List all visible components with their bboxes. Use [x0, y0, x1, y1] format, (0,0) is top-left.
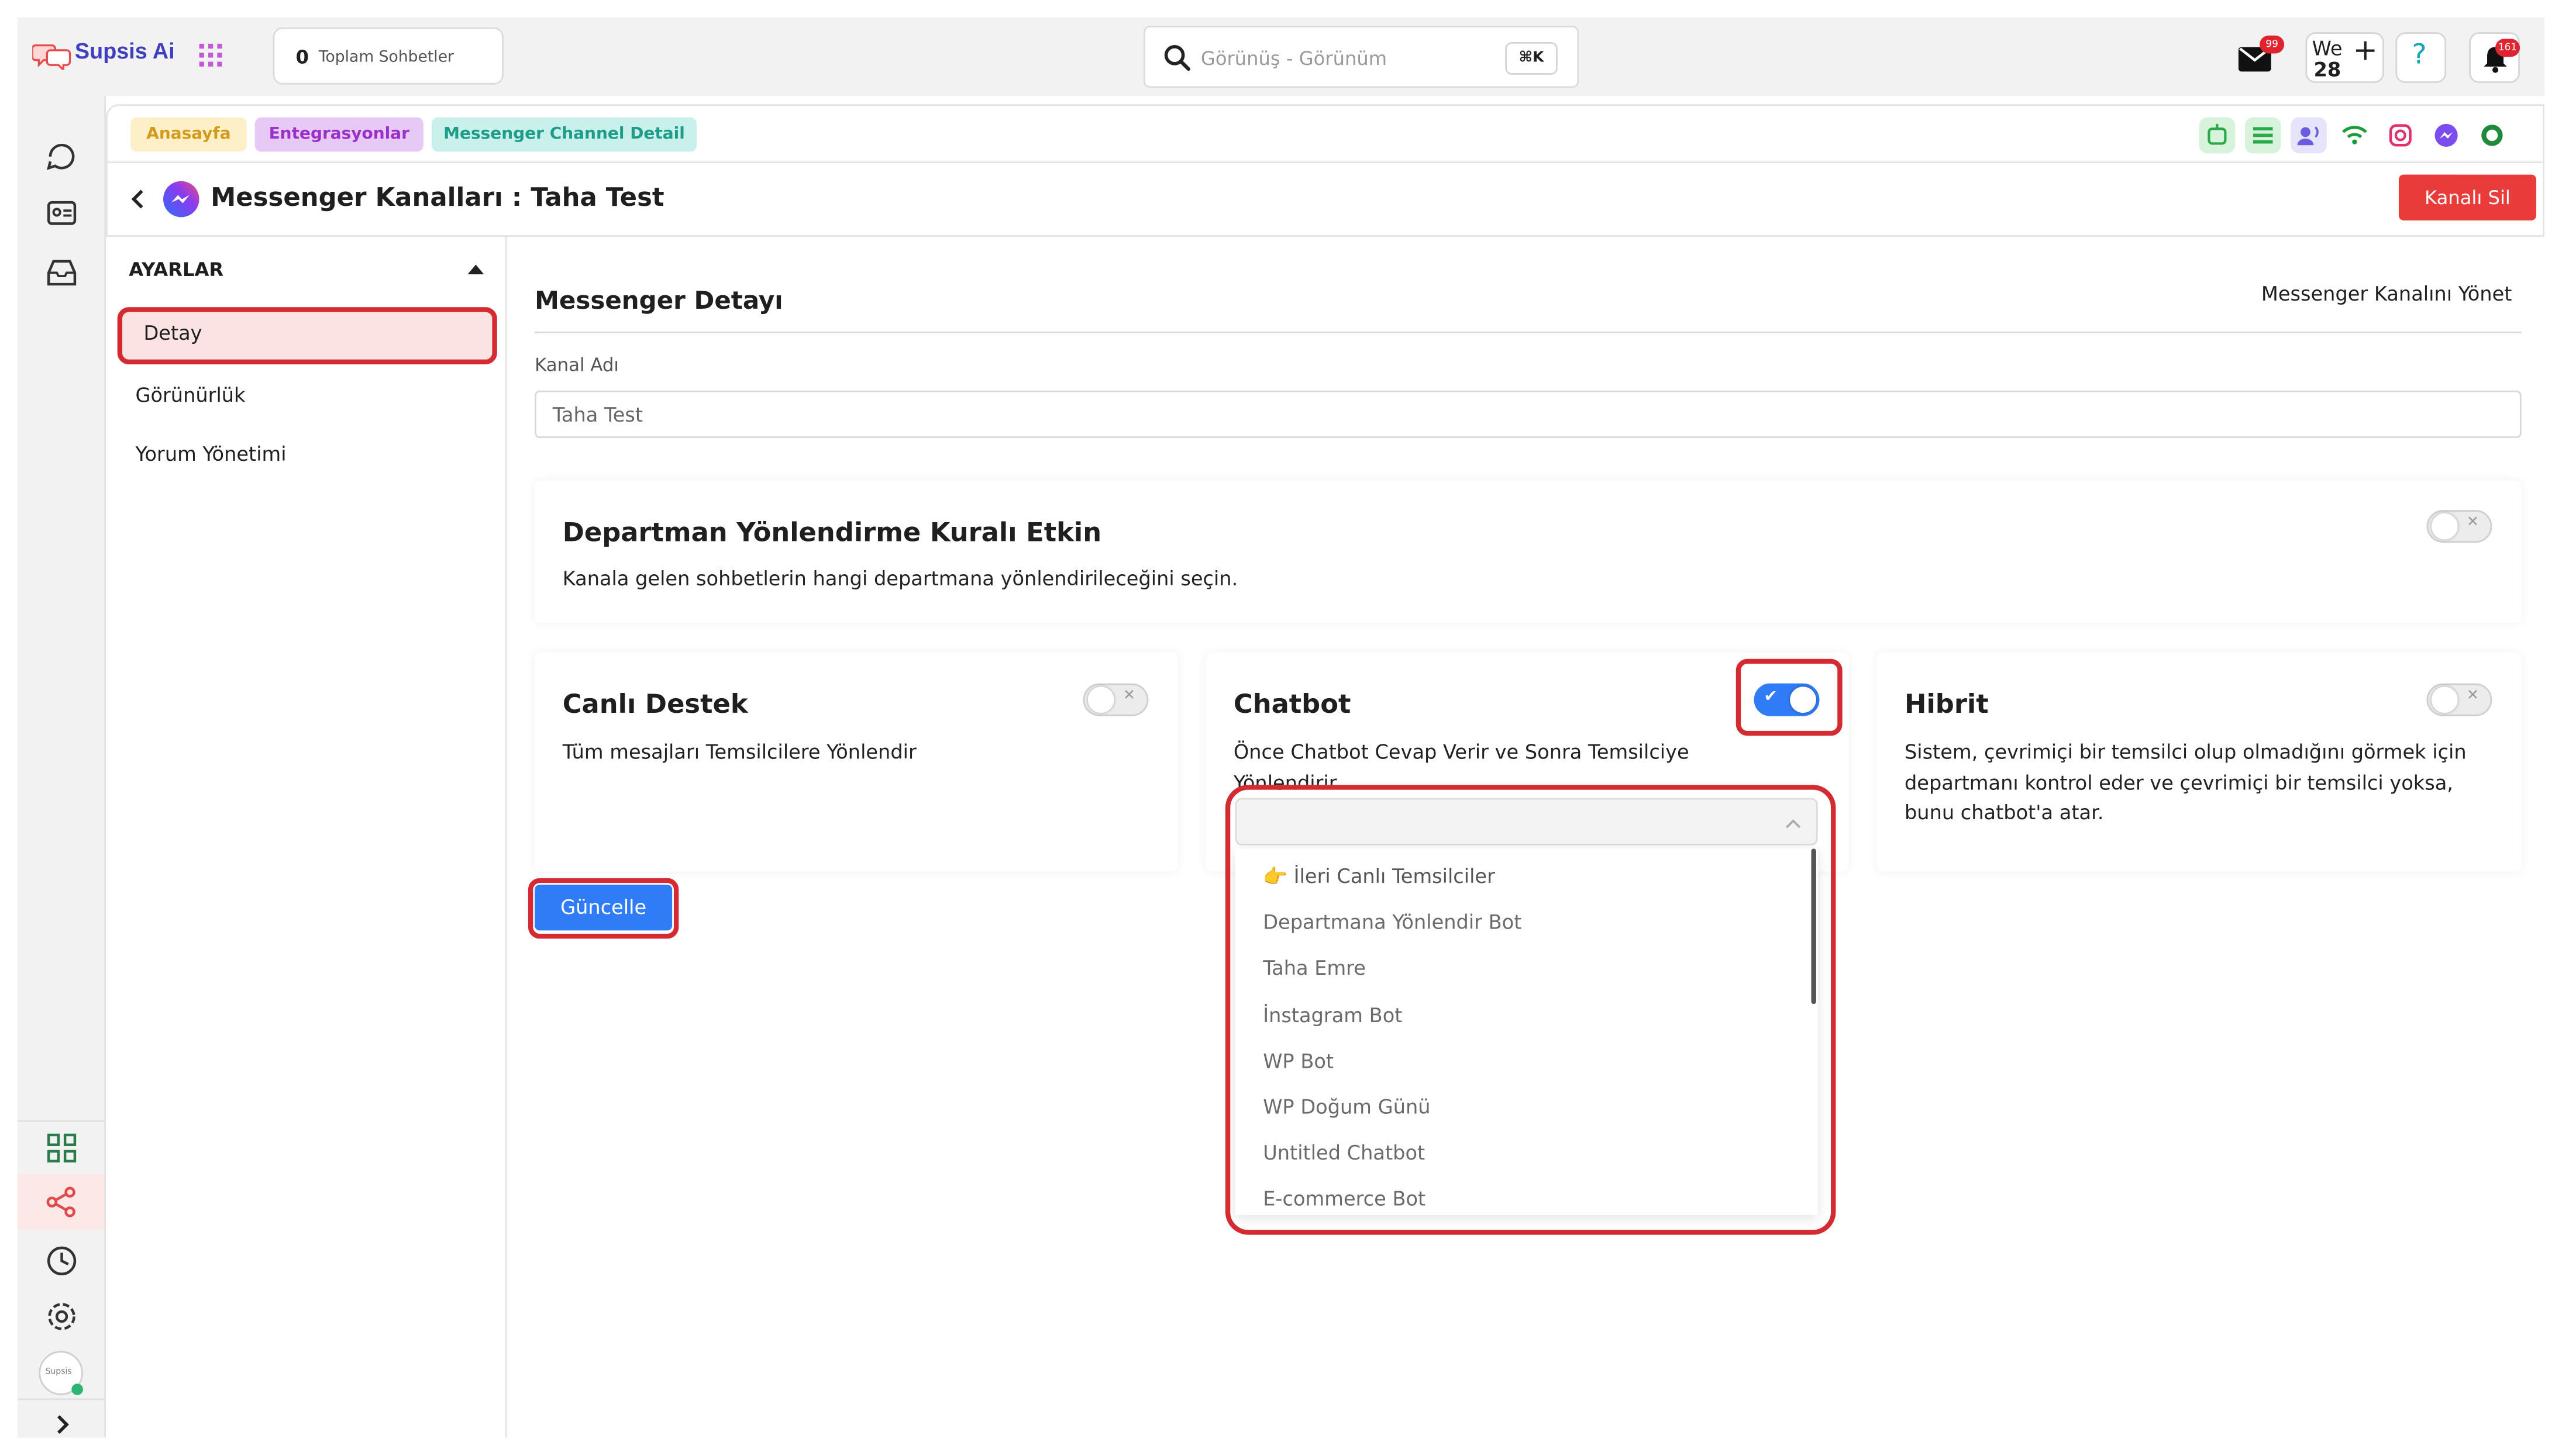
main-content: Messenger Detayı Messenger Kanalını Yöne…: [507, 237, 2544, 1438]
bot-channel-icon[interactable]: [2199, 117, 2236, 154]
notifications-button[interactable]: 161: [2469, 32, 2520, 83]
settings-gear-icon[interactable]: [44, 1299, 80, 1335]
toggle-knob: [2431, 513, 2458, 540]
live-support-title: Canlı Destek: [562, 688, 748, 720]
settings-header: AYARLAR: [129, 258, 224, 281]
rail-divider: [18, 1120, 105, 1122]
channel-name-input[interactable]: Taha Test: [535, 390, 2522, 439]
clock-icon[interactable]: [44, 1243, 80, 1279]
breadcrumb-home[interactable]: Anasayfa: [130, 117, 247, 152]
top-bar: Supsis Ai 0 Toplam Sohbetler Görünüş - G…: [18, 18, 2544, 96]
wifi-channel-icon[interactable]: [2337, 118, 2373, 154]
live-support-card: Canlı Destek Tüm mesajları Temsilcilere …: [535, 652, 1178, 872]
avatar-brand-mark: Supsis: [45, 1367, 72, 1378]
instagram-icon[interactable]: [2382, 118, 2419, 154]
highlight-chatbot-toggle: [1735, 658, 1843, 736]
integrations-share-icon[interactable]: [44, 1184, 80, 1220]
sidebar-item-comment-management[interactable]: Yorum Yönetimi: [135, 443, 286, 465]
breadcrumb-messenger-detail[interactable]: Messenger Channel Detail: [431, 117, 697, 152]
search-shortcut: ⌘K: [1505, 42, 1558, 75]
live-support-toggle[interactable]: ✕: [1083, 683, 1149, 716]
voice-channel-icon[interactable]: [2291, 117, 2327, 154]
search-icon: [1164, 45, 1190, 71]
date-widget[interactable]: We 28 +: [2305, 32, 2384, 83]
settings-sidebar: AYARLAR Detay Görünürlük Yorum Yönetimi: [106, 236, 507, 1438]
toggle-off-icon: ✕: [2466, 515, 2480, 532]
delete-channel-button[interactable]: Kanalı Sil: [2398, 174, 2536, 220]
search-placeholder: Görünüş - Görünüm: [1200, 47, 1387, 70]
plus-icon: +: [2353, 33, 2378, 68]
rail-divider-bottom: [18, 1398, 105, 1400]
collapse-caret-icon[interactable]: [467, 263, 484, 275]
whatsapp-icon[interactable]: [2474, 118, 2511, 154]
total-chats-chip[interactable]: 0 Toplam Sohbetler: [273, 27, 504, 85]
breadcrumb: Anasayfa Entegrasyonlar Messenger Channe…: [106, 104, 2544, 164]
live-support-description: Tüm mesajları Temsilcilere Yönlendir: [562, 740, 917, 764]
hybrid-toggle[interactable]: ✕: [2426, 683, 2492, 716]
breadcrumb-integrations[interactable]: Entegrasyonlar: [254, 117, 423, 152]
left-rail: Supsis: [18, 96, 106, 1438]
mail-badge: 99: [2260, 35, 2285, 54]
channel-name-label: Kanal Adı: [535, 354, 619, 376]
list-channel-icon[interactable]: [2244, 117, 2281, 154]
contacts-icon[interactable]: [44, 196, 80, 232]
help-button[interactable]: ?: [2395, 32, 2447, 83]
mail-button[interactable]: 99: [2238, 35, 2285, 77]
hybrid-description: Sistem, çevrimiçi bir temsilci olup olma…: [1904, 740, 2467, 824]
manage-channel-link[interactable]: Messenger Kanalını Yönet: [2261, 282, 2512, 305]
app-name: Supsis Ai: [74, 39, 175, 64]
highlight-update-button: [528, 878, 679, 939]
total-chats-label: Toplam Sohbetler: [318, 49, 454, 67]
toggle-off-icon: ✕: [1122, 688, 1135, 705]
department-rule-card: Departman Yönlendirme Kuralı Etkin Kanal…: [535, 480, 2522, 623]
toggle-off-icon: ✕: [2466, 688, 2480, 705]
hybrid-title: Hibrit: [1904, 688, 1989, 720]
channel-name-value: Taha Test: [552, 403, 643, 427]
highlight-detail: [117, 307, 497, 365]
section-title: Messenger Detayı: [535, 285, 783, 316]
hybrid-card: Hibrit Sistem, çevrimiçi bir temsilci ol…: [1876, 652, 2522, 872]
dashboard-icon[interactable]: [44, 1130, 80, 1167]
supsis-logo-icon: [32, 44, 71, 70]
online-status-dot: [71, 1383, 83, 1395]
notification-badge: 161: [2495, 39, 2520, 57]
department-rule-title: Departman Yönlendirme Kuralı Etkin: [562, 516, 1102, 548]
apps-grid-icon[interactable]: [199, 43, 222, 67]
date-weekday: We: [2312, 37, 2343, 60]
department-rule-description: Kanala gelen sohbetlerin hangi departman…: [562, 567, 1238, 591]
chatbot-description: Önce Chatbot Cevap Verir ve Sonra Temsil…: [1233, 740, 1689, 792]
total-chats-count: 0: [295, 45, 309, 68]
toggle-knob: [2431, 686, 2458, 713]
help-icon: ?: [2412, 39, 2427, 72]
date-day: 28: [2313, 58, 2341, 82]
department-rule-toggle[interactable]: ✕: [2426, 510, 2492, 543]
search-input[interactable]: Görünüş - Görünüm ⌘K: [1143, 25, 1579, 88]
messenger-logo-icon: [163, 181, 199, 218]
expand-chevron-icon[interactable]: [44, 1406, 80, 1438]
page-title: Messenger Kanalları : Taha Test: [211, 182, 664, 212]
back-chevron-icon[interactable]: [129, 186, 149, 212]
page-header: Messenger Kanalları : Taha Test Kanalı S…: [106, 163, 2544, 237]
section-divider: [535, 332, 2522, 333]
user-avatar[interactable]: Supsis: [39, 1351, 83, 1395]
toggle-knob: [1087, 686, 1114, 713]
app-window: Supsis Ai 0 Toplam Sohbetler Görünüş - G…: [18, 18, 2544, 1438]
inbox-icon[interactable]: [44, 255, 80, 291]
messenger-icon[interactable]: [2428, 118, 2464, 154]
sidebar-item-visibility[interactable]: Görünürlük: [135, 384, 245, 407]
highlight-chatbot-dropdown: [1225, 785, 1836, 1235]
chat-refresh-icon[interactable]: [44, 139, 80, 175]
chatbot-title: Chatbot: [1233, 688, 1351, 720]
